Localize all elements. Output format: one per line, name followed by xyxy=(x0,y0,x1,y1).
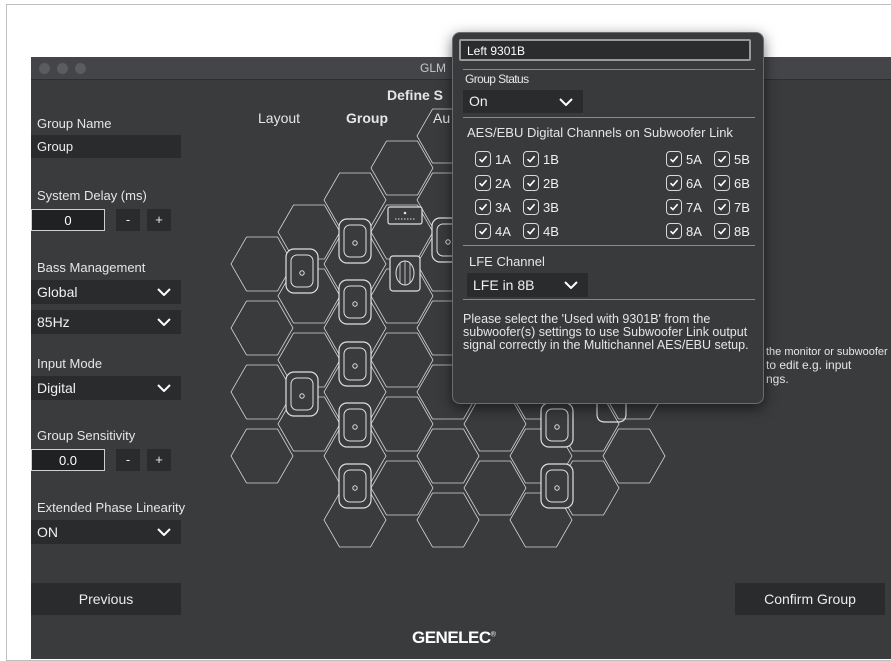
grid-cell[interactable] xyxy=(602,428,666,484)
checkmark-icon xyxy=(717,179,727,187)
channel-checkbox-2b[interactable] xyxy=(523,175,539,191)
channel-checkbox-7b[interactable] xyxy=(714,199,730,215)
divider xyxy=(463,69,755,70)
channel-label: 3A xyxy=(495,200,511,215)
speaker-monitor-icon[interactable] xyxy=(338,463,372,509)
channel-label: 8B xyxy=(734,224,750,239)
checkmark-icon xyxy=(478,155,488,163)
channel-label: 6B xyxy=(734,176,750,191)
channel-checkbox-3b[interactable] xyxy=(523,199,539,215)
channel-label: 5B xyxy=(734,152,750,167)
grid-cell[interactable] xyxy=(416,492,480,548)
checkmark-icon xyxy=(717,155,727,163)
chevron-down-icon xyxy=(564,281,578,289)
checkmark-icon xyxy=(478,227,488,235)
checkmark-icon xyxy=(478,179,488,187)
channel-label: 4B xyxy=(543,224,559,239)
checkmark-icon xyxy=(669,227,679,235)
channel-checkbox-2a[interactable] xyxy=(475,175,491,191)
channel-label: 6A xyxy=(686,176,702,191)
grid-cell[interactable] xyxy=(463,396,527,452)
channel-checkbox-1b[interactable] xyxy=(523,151,539,167)
checkmark-icon xyxy=(669,179,679,187)
divider xyxy=(463,299,755,300)
genelec-logo: GENELEC® xyxy=(412,628,496,647)
channel-label: 3B xyxy=(543,200,559,215)
grid-cell[interactable] xyxy=(230,428,294,484)
channel-label: 7B xyxy=(734,200,750,215)
speaker-monitor-icon[interactable] xyxy=(285,371,319,417)
checkmark-icon xyxy=(717,203,727,211)
checkmark-icon xyxy=(526,179,536,187)
speaker-settings-popup: Left 9301B Group Status On AES/EBU Digit… xyxy=(452,32,764,404)
speaker-monitor-icon[interactable] xyxy=(338,341,372,387)
channel-checkbox-3a[interactable] xyxy=(475,199,491,215)
speaker-monitor-icon[interactable] xyxy=(338,279,372,325)
center-speaker-icon[interactable] xyxy=(387,206,423,225)
grid-cell[interactable] xyxy=(463,460,527,516)
aes-channels-label: AES/EBU Digital Channels on Subwoofer Li… xyxy=(467,125,733,140)
grid-cell[interactable] xyxy=(370,140,434,196)
group-status-label: Group Status xyxy=(465,72,529,86)
subwoofer-link-note: Please select the 'Used with 9301B' from… xyxy=(463,312,749,352)
channel-checkbox-7a[interactable] xyxy=(666,199,682,215)
channel-label: 7A xyxy=(686,200,702,215)
grid-cell[interactable] xyxy=(370,396,434,452)
lfe-channel-value: LFE in 8B xyxy=(473,277,535,293)
channel-checkbox-8b[interactable] xyxy=(714,223,730,239)
speaker-monitor-icon[interactable] xyxy=(338,402,372,448)
speaker-monitor-icon[interactable] xyxy=(540,463,574,509)
channel-checkbox-6b[interactable] xyxy=(714,175,730,191)
channel-label: 2B xyxy=(543,176,559,191)
channel-checkbox-5b[interactable] xyxy=(714,151,730,167)
divider xyxy=(463,245,755,246)
channel-label: 8A xyxy=(686,224,702,239)
channel-checkbox-6a[interactable] xyxy=(666,175,682,191)
subwoofer-icon[interactable] xyxy=(389,255,421,292)
channel-checkbox-4b[interactable] xyxy=(523,223,539,239)
divider xyxy=(463,117,755,118)
channel-label: 2A xyxy=(495,176,511,191)
grid-cell[interactable] xyxy=(416,428,480,484)
channel-checkbox-4a[interactable] xyxy=(475,223,491,239)
channel-label: 1A xyxy=(495,152,511,167)
channel-label: 4A xyxy=(495,224,511,239)
channel-checkbox-1a[interactable] xyxy=(475,151,491,167)
grid-cell[interactable] xyxy=(370,460,434,516)
group-status-value: On xyxy=(469,93,488,109)
group-status-dropdown[interactable]: On xyxy=(463,90,583,113)
checkmark-icon xyxy=(717,227,727,235)
checkmark-icon xyxy=(669,155,679,163)
channel-checkbox-5a[interactable] xyxy=(666,151,682,167)
checkmark-icon xyxy=(526,155,536,163)
checkmark-icon xyxy=(526,203,536,211)
lfe-channel-label: LFE Channel xyxy=(469,254,545,269)
grid-cell[interactable] xyxy=(230,236,294,292)
chevron-down-icon xyxy=(559,98,573,106)
checkmark-icon xyxy=(478,203,488,211)
grid-cell[interactable] xyxy=(230,300,294,356)
channel-label: 1B xyxy=(543,152,559,167)
checkmark-icon xyxy=(526,227,536,235)
lfe-channel-dropdown[interactable]: LFE in 8B xyxy=(467,273,588,297)
device-name-input[interactable]: Left 9301B xyxy=(459,39,751,61)
grid-cell[interactable] xyxy=(370,332,434,388)
speaker-monitor-icon[interactable] xyxy=(338,218,372,264)
checkmark-icon xyxy=(669,203,679,211)
channel-label: 5A xyxy=(686,152,702,167)
grid-cell[interactable] xyxy=(230,364,294,420)
speaker-monitor-icon[interactable] xyxy=(285,248,319,294)
channel-checkbox-8a[interactable] xyxy=(666,223,682,239)
speaker-monitor-icon[interactable] xyxy=(540,402,574,448)
